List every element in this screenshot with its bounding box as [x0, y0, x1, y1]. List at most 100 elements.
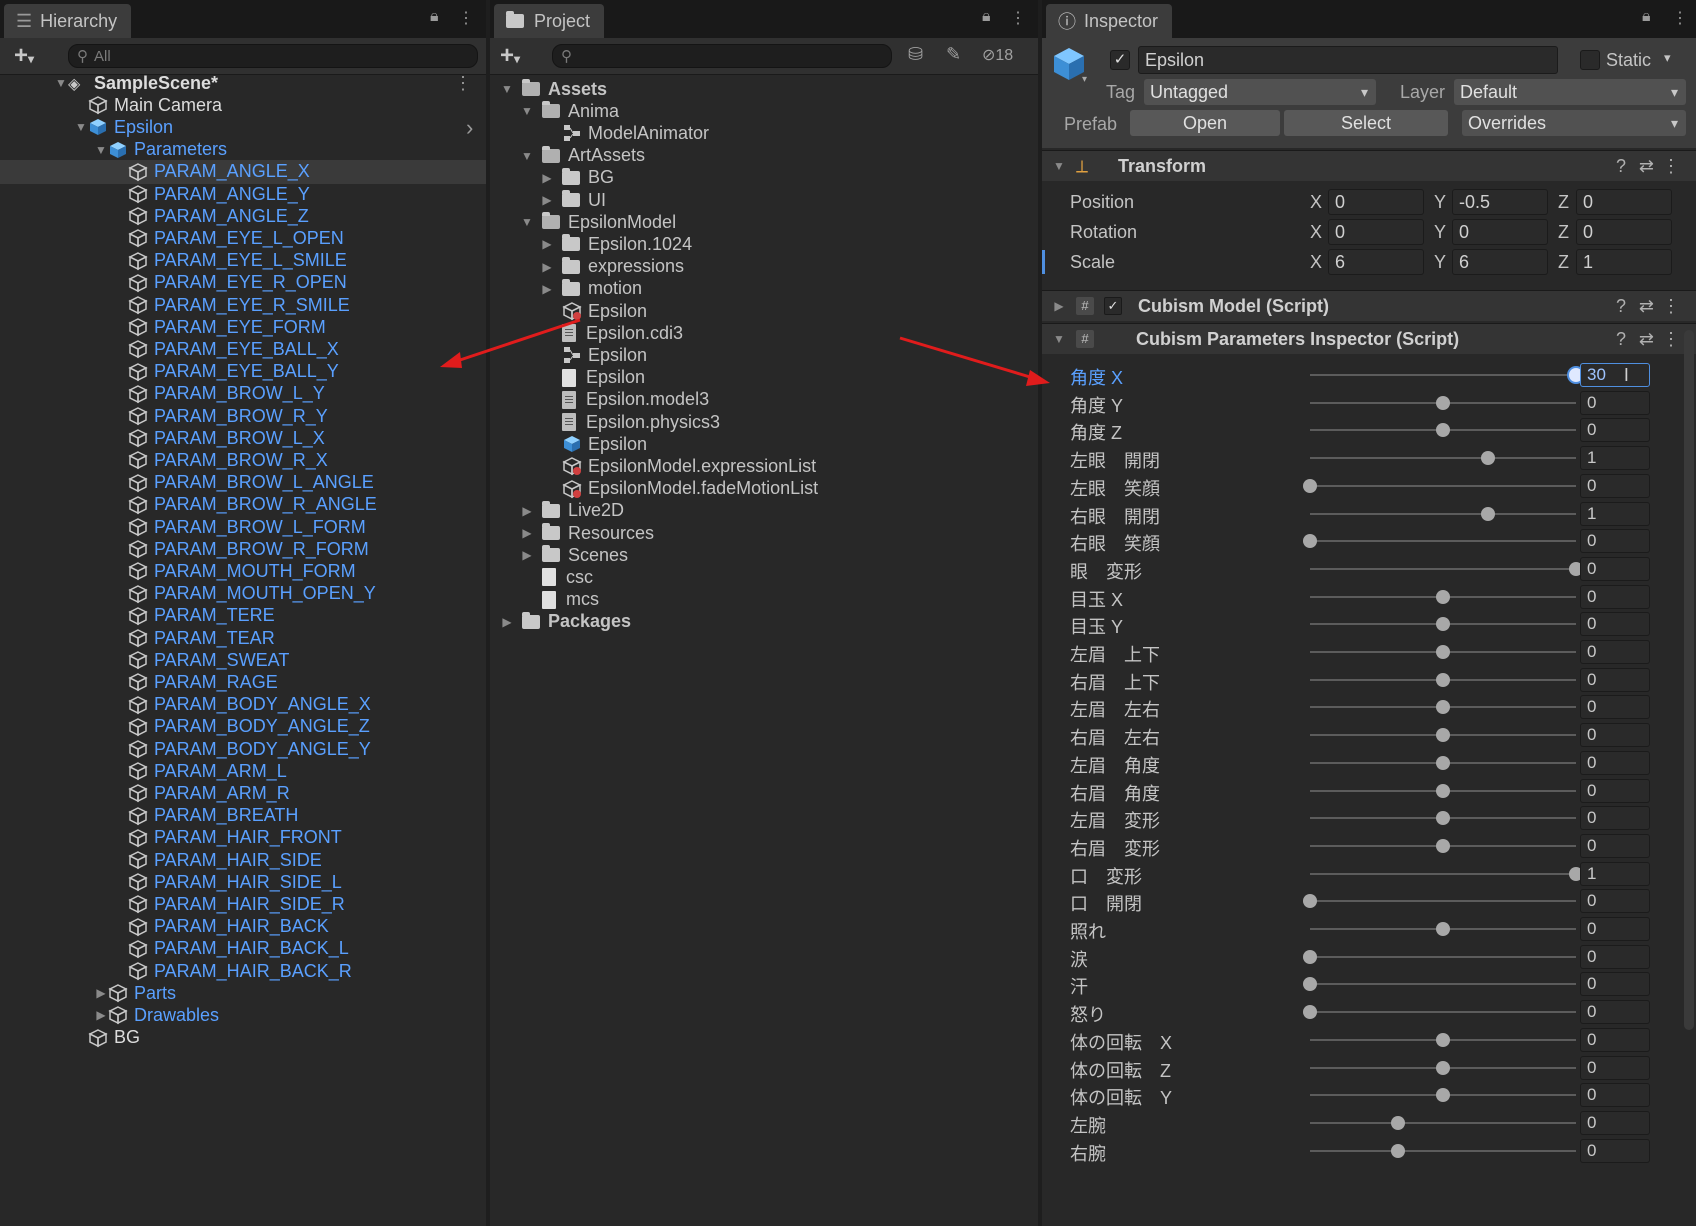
project-item[interactable]: EpsilonModel.fadeMotionList: [540, 477, 818, 501]
hierarchy-item[interactable]: PARAM_BROW_R_X: [114, 448, 328, 472]
parameter-value-field[interactable]: 0: [1580, 1027, 1650, 1052]
static-checkbox[interactable]: [1580, 50, 1600, 70]
project-item[interactable]: ▶ Packages: [500, 610, 631, 634]
rotation-z-field[interactable]: 0: [1576, 219, 1672, 245]
parameter-value-field[interactable]: 0: [1580, 723, 1650, 748]
hierarchy-item[interactable]: PARAM_HAIR_BACK_R: [114, 959, 352, 983]
hierarchy-item[interactable]: PARAM_BROW_L_Y: [114, 382, 325, 406]
slider-knob[interactable]: [1436, 700, 1450, 715]
hierarchy-item[interactable]: PARAM_RAGE: [114, 670, 278, 694]
collapse-arrow-icon[interactable]: ▶: [94, 1008, 108, 1022]
hierarchy-item[interactable]: PARAM_BODY_ANGLE_Y: [114, 737, 371, 761]
slider-knob[interactable]: [1436, 672, 1450, 687]
parameter-value-field[interactable]: 0: [1580, 584, 1650, 609]
slider-knob[interactable]: [1436, 838, 1450, 853]
slider-knob[interactable]: [1436, 1088, 1450, 1103]
hierarchy-item[interactable]: PARAM_EYE_BALL_Y: [114, 360, 339, 384]
hierarchy-item[interactable]: PARAM_ANGLE_Z: [114, 204, 309, 228]
collapse-arrow-icon[interactable]: ▶: [540, 282, 554, 296]
project-item[interactable]: Epsilon: [540, 343, 647, 367]
parameter-value-field[interactable]: 0: [1580, 972, 1650, 997]
parameter-value-field[interactable]: 0: [1580, 1110, 1650, 1135]
parameter-value-field[interactable]: 0: [1580, 944, 1650, 969]
slider-track[interactable]: [1310, 872, 1576, 875]
project-item[interactable]: Epsilon: [540, 299, 647, 323]
slider-knob[interactable]: [1303, 1005, 1317, 1020]
parameter-value-field[interactable]: 0: [1580, 1055, 1650, 1080]
hierarchy-item[interactable]: PARAM_MOUTH_FORM: [114, 559, 356, 583]
hierarchy-item[interactable]: ▼ Parameters: [94, 138, 227, 162]
parameter-value-field[interactable]: 0: [1580, 750, 1650, 775]
slider-track[interactable]: [1310, 540, 1576, 543]
hierarchy-item[interactable]: PARAM_EYE_FORM: [114, 315, 326, 339]
rotation-y-field[interactable]: 0: [1452, 219, 1548, 245]
position-x-field[interactable]: 0: [1328, 189, 1424, 215]
hierarchy-item[interactable]: PARAM_BROW_L_FORM: [114, 515, 366, 539]
slider-track[interactable]: [1310, 512, 1576, 515]
lock-icon[interactable]: 🔒︎: [982, 8, 991, 26]
cubism-model-header[interactable]: ▶ # ✓ Cubism Model (Script) ? ⇄ ⋮: [1042, 290, 1696, 321]
collapse-arrow-icon[interactable]: ▶: [500, 615, 514, 629]
slider-track[interactable]: [1310, 567, 1576, 570]
layer-dropdown[interactable]: Default: [1454, 79, 1686, 105]
preset-icon[interactable]: ⇄: [1639, 156, 1654, 177]
hierarchy-item[interactable]: PARAM_EYE_L_OPEN: [114, 226, 344, 250]
project-item[interactable]: csc: [520, 565, 593, 589]
help-icon[interactable]: ?: [1616, 329, 1626, 350]
parameter-value-field[interactable]: 0: [1580, 1000, 1650, 1025]
scale-x-field[interactable]: 6: [1328, 249, 1424, 275]
preset-icon[interactable]: ⇄: [1639, 296, 1654, 317]
expand-arrow-icon[interactable]: ▼: [520, 104, 534, 118]
cubism-params-header[interactable]: ▼ # Cubism Parameters Inspector (Script)…: [1042, 323, 1696, 354]
parameter-value-field[interactable]: 0: [1580, 640, 1650, 664]
collapse-arrow-icon[interactable]: ▶: [540, 260, 554, 274]
slider-track[interactable]: [1310, 1121, 1576, 1124]
more-icon[interactable]: ⋮: [1662, 329, 1680, 350]
slider-track[interactable]: [1310, 983, 1576, 986]
lock-icon[interactable]: 🔒︎: [430, 8, 439, 26]
object-name-field[interactable]: Epsilon: [1138, 46, 1558, 74]
project-item[interactable]: ▶ motion: [540, 277, 642, 301]
add-button[interactable]: +▾: [500, 42, 520, 70]
more-icon[interactable]: ⋮: [1662, 156, 1680, 177]
parameter-value-field[interactable]: 0: [1580, 1083, 1650, 1108]
prefab-overrides-dropdown[interactable]: Overrides: [1462, 110, 1686, 136]
expand-arrow-icon[interactable]: ▼: [500, 82, 514, 96]
hierarchy-item[interactable]: PARAM_ANGLE_Y: [114, 182, 310, 206]
parameter-value-field[interactable]: 0: [1580, 418, 1650, 443]
add-button[interactable]: +▾: [14, 42, 34, 70]
more-icon[interactable]: ⋮: [454, 73, 472, 94]
prefab-open-button[interactable]: Open: [1130, 110, 1280, 136]
more-icon[interactable]: ⋮: [1672, 8, 1688, 28]
hierarchy-item[interactable]: PARAM_EYE_BALL_X: [114, 337, 339, 361]
slider-knob[interactable]: [1436, 645, 1450, 659]
project-item[interactable]: ModelAnimator: [540, 121, 709, 145]
hierarchy-item[interactable]: PARAM_TEAR: [114, 626, 275, 650]
parameter-value-field[interactable]: 0: [1580, 556, 1650, 581]
slider-knob[interactable]: [1303, 478, 1317, 493]
lock-icon[interactable]: 🔒︎: [1642, 8, 1651, 26]
slider-track[interactable]: [1310, 1149, 1576, 1152]
hierarchy-item[interactable]: ▼ Epsilon: [74, 115, 173, 139]
hierarchy-item[interactable]: PARAM_ANGLE_X: [114, 160, 310, 184]
scene-row[interactable]: ▼ ◈ SampleScene* ⋮: [54, 71, 486, 95]
parameter-value-field[interactable]: 0: [1580, 390, 1650, 415]
static-dropdown-icon[interactable]: ▾: [1664, 50, 1671, 66]
preset-icon[interactable]: ⇄: [1639, 329, 1654, 350]
project-item[interactable]: Epsilon.physics3: [540, 410, 720, 434]
slider-knob[interactable]: [1436, 423, 1450, 438]
slider-track[interactable]: [1310, 457, 1576, 460]
hierarchy-item[interactable]: PARAM_BODY_ANGLE_Z: [114, 715, 370, 739]
slider-track[interactable]: [1310, 1011, 1576, 1014]
help-icon[interactable]: ?: [1616, 156, 1626, 177]
rotation-x-field[interactable]: 0: [1328, 219, 1424, 245]
project-item[interactable]: ▼ Anima: [520, 99, 619, 123]
hierarchy-item[interactable]: ▶ Drawables: [94, 1003, 219, 1027]
slider-knob[interactable]: [1481, 451, 1496, 466]
slider-knob[interactable]: [1436, 755, 1450, 770]
hierarchy-item[interactable]: PARAM_ARM_L: [114, 759, 287, 783]
collapse-arrow-icon[interactable]: ▶: [94, 986, 108, 1000]
more-icon[interactable]: ⋮: [1010, 8, 1026, 28]
enabled-checkbox[interactable]: ✓: [1104, 297, 1122, 315]
tag-dropdown[interactable]: Untagged: [1144, 79, 1376, 105]
